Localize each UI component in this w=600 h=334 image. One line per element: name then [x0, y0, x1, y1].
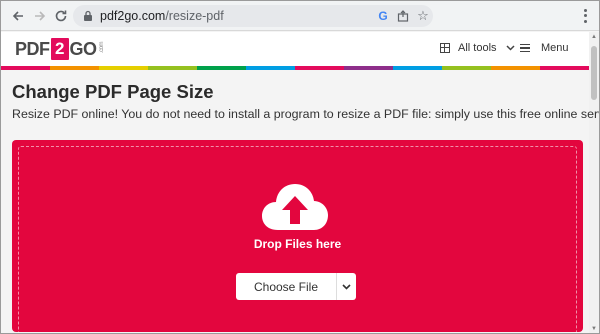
all-tools-label: All tools [458, 42, 497, 54]
browser-toolbar: pdf2go.com/resize-pdf G ☆ [1, 1, 599, 31]
rainbow-segment [344, 66, 393, 70]
reload-icon[interactable] [53, 8, 69, 24]
scroll-up-arrow-icon[interactable]: ▲ [590, 34, 598, 40]
chevron-down-icon [506, 43, 515, 53]
rainbow-segment [197, 66, 246, 70]
address-bar[interactable]: pdf2go.com/resize-pdf G ☆ [73, 5, 433, 27]
upload-source-dropdown[interactable] [336, 273, 356, 300]
lock-icon [84, 10, 92, 21]
logo-text-com: .com [98, 41, 105, 53]
rainbow-segment [442, 66, 491, 70]
url-text: pdf2go.com/resize-pdf [100, 9, 224, 23]
share-icon[interactable] [395, 8, 411, 24]
choose-file-button[interactable]: Choose File [236, 273, 336, 300]
grid-icon [440, 43, 450, 53]
logo-text-pdf: PDF [15, 38, 50, 59]
browser-menu-icon[interactable] [579, 8, 591, 24]
rainbow-segment [295, 66, 344, 70]
rainbow-stripe [1, 66, 589, 70]
google-icon[interactable]: G [375, 8, 391, 24]
back-arrow-icon[interactable] [10, 8, 26, 24]
rainbow-segment [246, 66, 295, 70]
pdf2go-logo[interactable]: PDF 2 GO .com [15, 37, 106, 61]
browser-window: pdf2go.com/resize-pdf G ☆ PDF 2 GO .com … [0, 0, 600, 334]
site-header: PDF 2 GO .com All tools Menu [1, 32, 589, 66]
file-drop-zone[interactable]: Drop Files here Choose File [12, 140, 583, 333]
page-description: Resize PDF online! You do not need to in… [12, 107, 600, 121]
rainbow-segment [393, 66, 442, 70]
rainbow-segment [50, 66, 99, 70]
chevron-down-icon [342, 282, 351, 292]
drop-files-label: Drop Files here [253, 237, 342, 251]
page-title: Change PDF Page Size [12, 81, 214, 102]
logo-text-go: GO [69, 38, 98, 59]
rainbow-segment [1, 66, 50, 70]
page-scrollbar[interactable]: ▲ ▼ [589, 32, 599, 333]
logo-text-2: 2 [50, 38, 69, 60]
scroll-down-arrow-icon[interactable]: ▼ [590, 326, 598, 332]
choose-file-group: Choose File [236, 273, 356, 300]
url-path: /resize-pdf [165, 9, 224, 23]
rainbow-segment [148, 66, 197, 70]
url-domain: pdf2go.com [100, 9, 166, 23]
bookmark-star-icon[interactable]: ☆ [415, 8, 431, 24]
rainbow-segment [491, 66, 540, 70]
forward-arrow-icon[interactable] [32, 8, 48, 24]
menu-label: Menu [541, 42, 569, 54]
rainbow-segment [99, 66, 148, 70]
hamburger-icon [520, 43, 530, 53]
menu-button[interactable]: Menu [520, 42, 569, 54]
scroll-thumb[interactable] [591, 46, 597, 100]
cloud-upload-icon [262, 184, 328, 230]
all-tools-dropdown[interactable]: All tools [440, 42, 515, 54]
rainbow-segment [540, 66, 589, 70]
